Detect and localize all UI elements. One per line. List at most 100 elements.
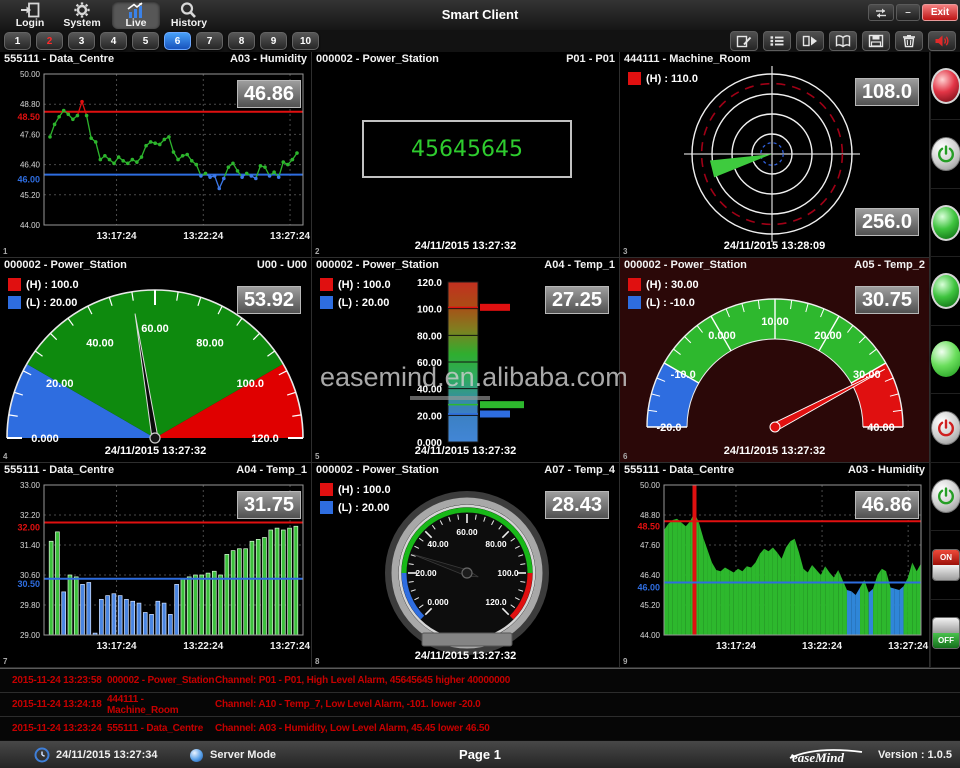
svg-text:47.60: 47.60 [640, 541, 661, 550]
list-icon [769, 34, 785, 48]
panel-1[interactable]: 555111 - Data_CentreA03 - Humidity50.004… [0, 52, 312, 258]
toolbar-speaker-button[interactable] [928, 31, 956, 51]
svg-text:120.0: 120.0 [251, 433, 279, 445]
restore-icon [873, 7, 889, 19]
svg-text:0.000: 0.000 [31, 433, 59, 445]
panel-number: 7 [3, 657, 7, 666]
title-bar: Smart Client LoginSystemLiveHistory – Ex… [0, 0, 960, 30]
station-label: 555111 - Data_Centre [4, 52, 114, 66]
station-label: 000002 - Power_Station [316, 258, 439, 272]
value-badge: 46.86 [855, 491, 919, 519]
page-tab-5[interactable]: 5 [132, 32, 159, 50]
panel-8[interactable]: 000002 - Power_StationA07 - Temp_40.0002… [312, 463, 620, 668]
sidebar-on-switch[interactable]: ON [932, 549, 960, 581]
value-badge: 46.86 [237, 80, 301, 108]
channel-label: A04 - Temp_1 [236, 463, 307, 477]
minimize-button[interactable]: – [896, 4, 920, 21]
svg-text:48.50: 48.50 [637, 521, 660, 531]
panel-6[interactable]: 000002 - Power_StationA05 - Temp_2-20.0-… [620, 258, 930, 463]
digital-readout: 45645645 [362, 120, 572, 178]
toolbar-edit-button[interactable] [730, 31, 758, 51]
page-tab-3[interactable]: 3 [68, 32, 95, 50]
svg-text:100.0: 100.0 [417, 305, 442, 316]
version-label: Version : 1.0.5 [878, 741, 952, 768]
panel-header: 000002 - Power_StationA05 - Temp_2 [620, 258, 929, 272]
alarm-time: 2015-11-24 13:24:18 [0, 699, 107, 710]
page-tab-1[interactable]: 1 [4, 32, 31, 50]
svg-text:13:22:24: 13:22:24 [802, 641, 842, 652]
legend-row: (H) : 110.0 [628, 72, 698, 85]
page-tab-9[interactable]: 9 [260, 32, 287, 50]
alarm-row[interactable]: 2015-11-24 13:23:58000002 - Power_Statio… [0, 669, 960, 693]
svg-text:48.80: 48.80 [20, 100, 41, 109]
page-tab-10[interactable]: 10 [292, 32, 319, 50]
panel-7[interactable]: 555111 - Data_CentreA04 - Temp_133.0032.… [0, 463, 312, 668]
panel-4[interactable]: 000002 - Power_StationU00 - U000.00020.0… [0, 258, 312, 463]
restore-button[interactable] [868, 4, 894, 21]
sidebar-green-lamp-button[interactable] [931, 273, 960, 309]
sidebar-red-power-button[interactable] [931, 411, 960, 445]
svg-text:20.00: 20.00 [814, 330, 842, 342]
login-icon [20, 2, 40, 18]
panel-header: 555111 - Data_CentreA04 - Temp_1 [0, 463, 311, 477]
page-tab-2[interactable]: 2 [36, 32, 63, 50]
legend-label: (H) : 100.0 [338, 279, 391, 291]
legend-label: (L) : 20.00 [338, 297, 389, 309]
nav-system-button[interactable]: System [56, 1, 108, 29]
panel-9[interactable]: 555111 - Data_CentreA03 - Humidity50.004… [620, 463, 930, 668]
alarm-row[interactable]: 2015-11-24 13:24:18444111 - Machine_Room… [0, 693, 960, 717]
svg-text:100.0: 100.0 [236, 378, 264, 390]
toolbar-export-button[interactable] [796, 31, 824, 51]
svg-text:45.20: 45.20 [20, 191, 41, 200]
svg-text:120.0: 120.0 [417, 278, 442, 289]
search-icon [179, 2, 199, 18]
threshold-legend: (H) : 110.0 [628, 72, 698, 85]
toolbar-save-button[interactable] [862, 31, 890, 51]
panel-grid: 555111 - Data_CentreA03 - Humidity50.004… [0, 52, 930, 668]
sidebar-cell: ON [931, 531, 960, 599]
alarm-row[interactable]: 2015-11-24 13:23:24555111 - Data_CentreC… [0, 717, 960, 741]
sidebar-red-lamp-button[interactable] [931, 68, 960, 104]
nav-label: Login [16, 18, 45, 29]
legend-label: (L) : 20.00 [26, 297, 77, 309]
sidebar-green-power-button[interactable] [931, 479, 960, 513]
nav-login-button[interactable]: Login [8, 1, 52, 29]
panel-timestamp: 24/11/2015 13:27:32 [312, 240, 619, 252]
svg-text:45.20: 45.20 [640, 601, 661, 610]
nav-history-button[interactable]: History [163, 1, 215, 29]
sidebar-off-switch[interactable]: OFF [932, 617, 960, 649]
channel-label: A04 - Temp_1 [544, 258, 615, 272]
value-badge: 31.75 [237, 491, 301, 519]
toolbar-trash-button[interactable] [895, 31, 923, 51]
svg-text:0.000: 0.000 [708, 330, 736, 342]
panel-number: 9 [623, 657, 627, 666]
threshold-legend: (H) : 30.00(L) : -10.0 [628, 278, 699, 309]
toolbar-list-button[interactable] [763, 31, 791, 51]
toolbar-book-button[interactable] [829, 31, 857, 51]
nav-live-button[interactable]: Live [112, 1, 160, 29]
svg-text:80.00: 80.00 [485, 539, 507, 549]
svg-text:40.00: 40.00 [427, 539, 449, 549]
power-icon [936, 486, 956, 506]
panel-header: 555111 - Data_CentreA03 - Humidity [0, 52, 311, 66]
legend-color-chip [8, 296, 21, 309]
page-tab-4[interactable]: 4 [100, 32, 127, 50]
svg-text:60.00: 60.00 [456, 527, 478, 537]
panel-header: 000002 - Power_Station A04 - Temp_1 [312, 258, 619, 272]
svg-text:-20.0: -20.0 [656, 422, 681, 434]
svg-text:48.80: 48.80 [640, 511, 661, 520]
nav-label: History [171, 18, 207, 29]
sidebar-bright-green-lamp-button[interactable] [931, 341, 960, 377]
page-tab-7[interactable]: 7 [196, 32, 223, 50]
sidebar-green-power-button[interactable] [931, 137, 960, 171]
sidebar-green-lamp-button[interactable] [931, 205, 960, 241]
page-tab-6[interactable]: 6 [164, 32, 191, 50]
panel-5[interactable]: 000002 - Power_Station A04 - Temp_1 120.0 1… [312, 258, 620, 463]
exit-button[interactable]: Exit [922, 4, 958, 21]
svg-text:0.000: 0.000 [427, 597, 449, 607]
page-tab-8[interactable]: 8 [228, 32, 255, 50]
svg-text:33.00: 33.00 [20, 481, 41, 490]
panel-2[interactable]: 000002 - Power_StationP01 - P01456456452… [312, 52, 620, 258]
panel-3[interactable]: 444111 - Machine_Room108.0256.0(H) : 110… [620, 52, 930, 258]
station-label: 444111 - Machine_Room [624, 52, 751, 66]
